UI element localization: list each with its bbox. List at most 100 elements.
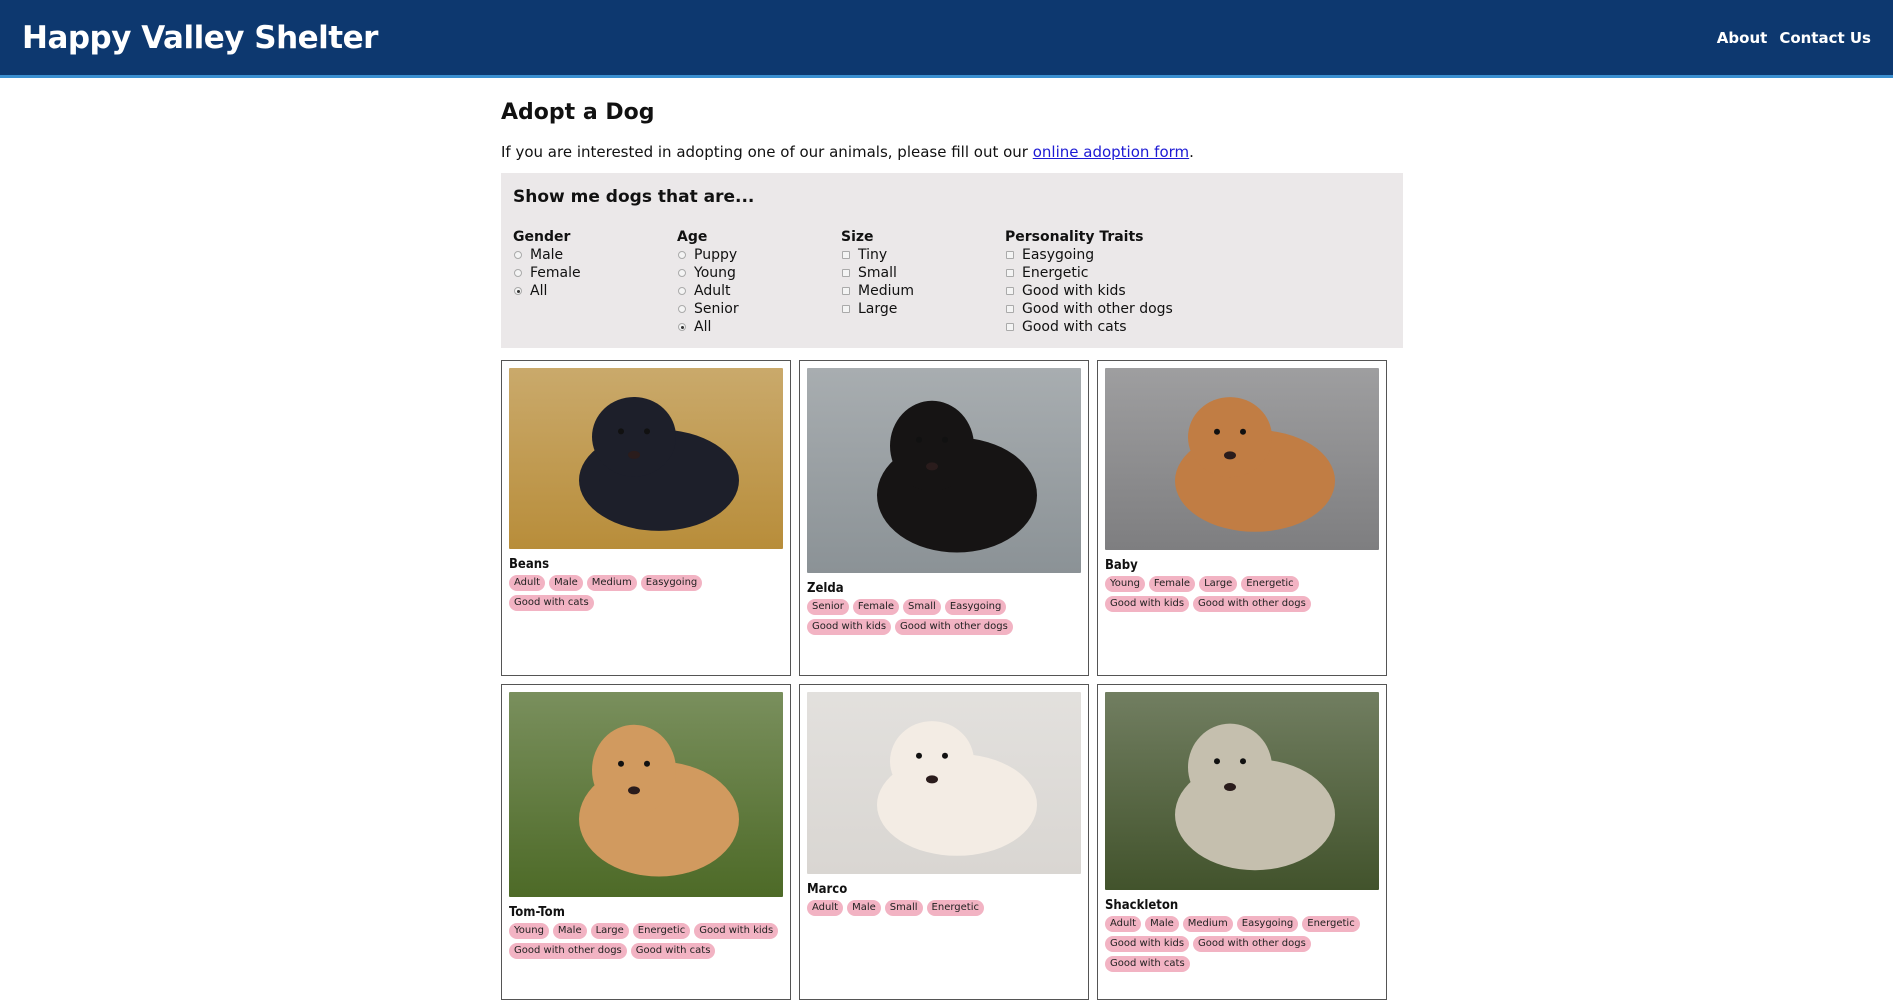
filter-option-label: Adult	[694, 283, 731, 299]
filter-option-size-large[interactable]: Large	[841, 300, 1005, 318]
dog-photo[interactable]	[1105, 368, 1379, 550]
site-title[interactable]: Happy Valley Shelter	[22, 20, 378, 56]
dog-photo[interactable]	[807, 368, 1081, 573]
dog-tag: Male	[549, 575, 583, 591]
checkbox[interactable]	[842, 305, 850, 313]
dog-tag: Medium	[1182, 916, 1233, 932]
main-nav: About Contact Us	[1717, 29, 1871, 47]
dog-tags: Senior Female Small Easygoing Good with kids…	[807, 599, 1081, 635]
filter-heading: Show me dogs that are...	[513, 187, 755, 207]
filter-option-label: Good with other dogs	[1022, 301, 1173, 317]
dog-name[interactable]: Baby	[1105, 558, 1379, 573]
filter-option-traits-energetic[interactable]: Energetic	[1005, 264, 1265, 282]
page-title: Adopt a Dog	[501, 100, 655, 125]
dog-tag: Small	[884, 900, 923, 916]
dog-tag: Small	[903, 599, 941, 615]
checkbox[interactable]	[1006, 251, 1014, 259]
dog-card[interactable]: Zelda Senior Female Small Easygoing Good with…	[799, 360, 1089, 676]
filter-option-label: Puppy	[694, 247, 738, 263]
dog-name[interactable]: Marco	[807, 882, 1081, 897]
radio-button[interactable]	[678, 323, 686, 331]
filter-group-title: Gender	[513, 229, 571, 245]
filter-group-size: Size Tiny Small Medium Large	[841, 229, 1005, 336]
filter-option-label: All	[530, 283, 548, 299]
filter-option-label: Senior	[694, 301, 739, 317]
filter-option-size-medium[interactable]: Medium	[841, 282, 1005, 300]
filter-option-age-all[interactable]: All	[677, 318, 841, 336]
dog-tag: Young	[1105, 576, 1145, 592]
checkbox[interactable]	[1006, 323, 1014, 331]
intro-text: If you are interested in adopting one of…	[501, 143, 1403, 161]
site-header: Happy Valley Shelter About Contact Us	[0, 0, 1893, 78]
dog-card[interactable]: Baby Young Female Large Energetic Good with k…	[1097, 360, 1387, 676]
dog-card[interactable]: Beans Adult Male Medium Easygoing Good with c…	[501, 360, 791, 676]
dog-photo[interactable]	[1105, 692, 1379, 890]
filter-option-gender-female[interactable]: Female	[513, 264, 677, 282]
intro-text-after: .	[1189, 143, 1194, 161]
filter-option-gender-all[interactable]: All	[513, 282, 677, 300]
filter-option-traits-good-with-kids[interactable]: Good with kids	[1005, 282, 1265, 300]
dog-tag: Good with other dogs	[509, 943, 627, 959]
dog-tag: Medium	[586, 575, 637, 591]
radio-button[interactable]	[678, 251, 686, 259]
nav-about-link[interactable]: About	[1717, 29, 1768, 47]
dog-tag: Good with other dogs	[1193, 936, 1311, 952]
radio-button[interactable]	[514, 287, 522, 295]
dog-tags: Adult Male Medium Easygoing Good with cats	[509, 575, 783, 611]
radio-button[interactable]	[514, 251, 522, 259]
dog-tag: Female	[852, 599, 900, 615]
dog-card[interactable]: Shackleton Adult Male Medium Easygoing Energe…	[1097, 684, 1387, 1000]
dog-tag: Good with kids	[1105, 596, 1190, 612]
dog-photo[interactable]	[509, 368, 783, 549]
checkbox[interactable]	[1006, 287, 1014, 295]
adoption-form-link[interactable]: online adoption form	[1033, 143, 1189, 161]
checkbox[interactable]	[1006, 305, 1014, 313]
nav-contact-link[interactable]: Contact Us	[1779, 29, 1871, 47]
filter-option-traits-good-with-other-dogs[interactable]: Good with other dogs	[1005, 300, 1265, 318]
filter-option-label: Female	[530, 265, 581, 281]
filter-option-label: Good with kids	[1022, 283, 1126, 299]
dog-tag: Adult	[1105, 916, 1142, 932]
dog-card[interactable]: Tom-Tom Young Male Large Energetic Good with …	[501, 684, 791, 1000]
filter-option-label: Energetic	[1022, 265, 1089, 281]
dog-photo[interactable]	[807, 692, 1081, 874]
dog-name[interactable]: Shackleton	[1105, 898, 1379, 913]
dog-tag: Easygoing	[944, 599, 1007, 615]
dog-tag: Good with kids	[807, 619, 892, 635]
dog-tag: Easygoing	[1236, 916, 1299, 932]
filter-option-age-senior[interactable]: Senior	[677, 300, 841, 318]
filter-option-traits-easygoing[interactable]: Easygoing	[1005, 246, 1265, 264]
dog-tag: Female	[1148, 576, 1196, 592]
dog-tag: Good with other dogs	[895, 619, 1013, 635]
dog-tag: Energetic	[1241, 576, 1299, 592]
filter-option-age-adult[interactable]: Adult	[677, 282, 841, 300]
dog-name[interactable]: Tom-Tom	[509, 905, 783, 920]
checkbox[interactable]	[842, 251, 850, 259]
dog-photo[interactable]	[509, 692, 783, 897]
checkbox[interactable]	[842, 287, 850, 295]
dog-tag: Large	[590, 923, 629, 939]
radio-button[interactable]	[678, 305, 686, 313]
radio-button[interactable]	[678, 287, 686, 295]
dog-tags: Young Male Large Energetic Good with kids Goo…	[509, 923, 783, 959]
checkbox[interactable]	[1006, 269, 1014, 277]
filter-group-title: Personality Traits	[1005, 229, 1144, 245]
dog-tag: Adult	[807, 900, 844, 916]
filter-option-gender-male[interactable]: Male	[513, 246, 677, 264]
filter-option-label: All	[694, 319, 712, 335]
radio-button[interactable]	[678, 269, 686, 277]
filter-option-age-young[interactable]: Young	[677, 264, 841, 282]
filter-option-age-puppy[interactable]: Puppy	[677, 246, 841, 264]
dog-tag: Senior	[807, 599, 849, 615]
dog-name[interactable]: Beans	[509, 557, 783, 572]
dog-tag: Energetic	[926, 900, 984, 916]
dog-name[interactable]: Zelda	[807, 581, 1081, 596]
radio-button[interactable]	[514, 269, 522, 277]
filter-option-traits-good-with-cats[interactable]: Good with cats	[1005, 318, 1265, 336]
dog-tag: Good with other dogs	[1193, 596, 1311, 612]
checkbox[interactable]	[842, 269, 850, 277]
dog-tag: Good with kids	[694, 923, 779, 939]
filter-option-size-small[interactable]: Small	[841, 264, 1005, 282]
filter-option-size-tiny[interactable]: Tiny	[841, 246, 1005, 264]
dog-card[interactable]: Marco Adult Male Small Energetic	[799, 684, 1089, 1000]
